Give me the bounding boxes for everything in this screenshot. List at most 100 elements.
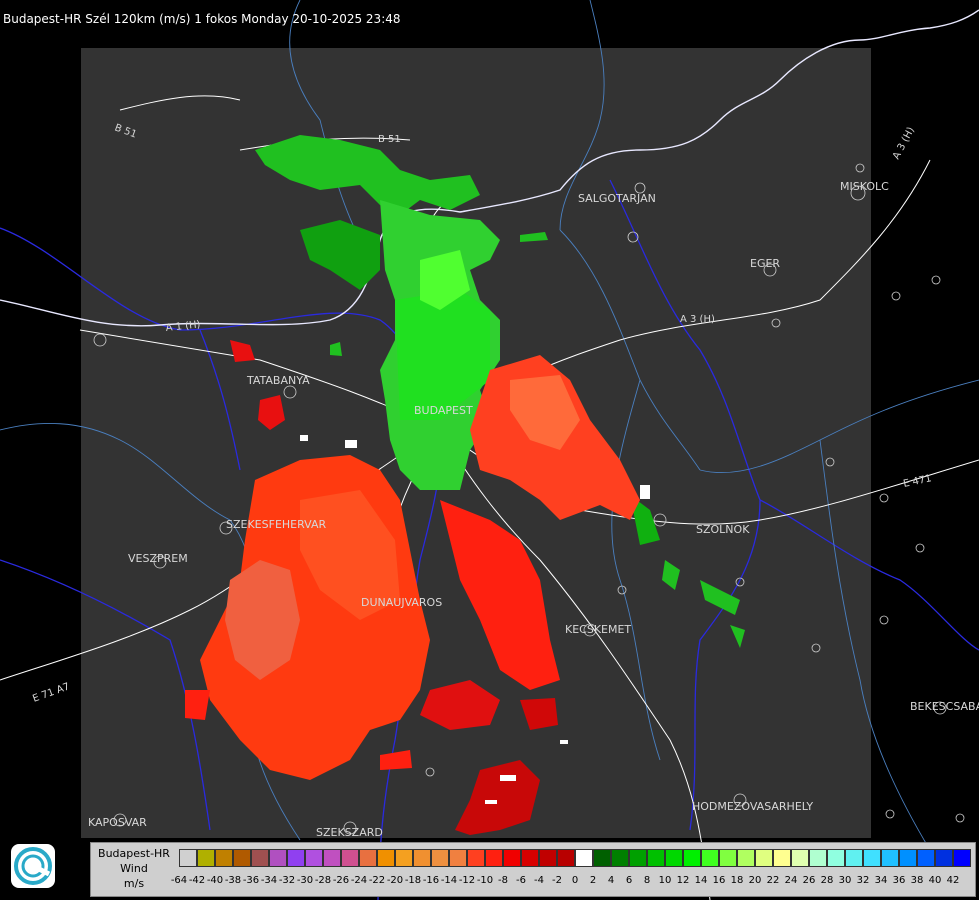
legend-tick-label: -16: [422, 875, 440, 886]
legend-swatch: [953, 849, 971, 867]
label-eger: EGER: [750, 257, 780, 270]
legend-swatch: [719, 849, 737, 867]
legend-swatch: [323, 849, 341, 867]
legend-tick-label: -14: [440, 875, 458, 886]
legend-swatch: [431, 849, 449, 867]
legend-swatch: [935, 849, 953, 867]
legend-swatch: [467, 849, 485, 867]
legend-swatch: [629, 849, 647, 867]
legend-tick-label: 38: [910, 875, 924, 886]
legend-tick-label: -34: [260, 875, 278, 886]
legend-swatch: [791, 849, 809, 867]
legend-swatch: [449, 849, 467, 867]
legend-swatch: [269, 849, 287, 867]
legend-tick-label: -64: [170, 875, 188, 886]
legend-swatch: [863, 849, 881, 867]
legend-swatch: [341, 849, 359, 867]
legend-swatch: [539, 849, 557, 867]
label-szekesfehervar: SZEKESFEHERVAR: [226, 518, 327, 531]
legend-swatch: [377, 849, 395, 867]
label-budapest: BUDAPEST: [414, 404, 473, 417]
legend-swatch: [845, 849, 863, 867]
legend-swatch: [233, 849, 251, 867]
legend-title-line1: Budapest-HR: [98, 847, 170, 860]
road-label-e471: E 471: [902, 473, 932, 490]
radar-map: SALGOTARJAN MISKOLC EGER TATABANYA BUDAP…: [0, 0, 979, 900]
legend-tick-label: -2: [552, 875, 562, 886]
legend-tick-label: -8: [498, 875, 508, 886]
legend-swatch: [773, 849, 791, 867]
legend-tick-label: -42: [188, 875, 206, 886]
legend-tick-label: -32: [278, 875, 296, 886]
legend-tick-label: -6: [516, 875, 526, 886]
label-kaposvar: KAPOSVAR: [88, 816, 147, 829]
legend-tick-label: -36: [242, 875, 260, 886]
legend-swatch: [755, 849, 773, 867]
legend-tick-label: 28: [820, 875, 834, 886]
road-label-b51-north: B 51: [378, 134, 401, 145]
legend-tick-label: 2: [589, 875, 597, 886]
legend-swatch: [197, 849, 215, 867]
legend-ticks: -64 -42 -40 -38 -36 -34 -32 -30 -28 -26 -24 -22 -20-…: [171, 875, 971, 891]
label-veszprem: VESZPREM: [128, 552, 188, 565]
legend-swatch: [251, 849, 269, 867]
legend-swatch: [395, 849, 413, 867]
road-label-e71: E 71 A7: [31, 681, 71, 705]
legend-swatch: [413, 849, 431, 867]
legend-swatch: [557, 849, 575, 867]
legend-tick-label: 20: [748, 875, 762, 886]
legend-title: Budapest-HR Wind m/s: [91, 843, 177, 896]
legend-tick-label: 30: [838, 875, 852, 886]
legend-swatch: [179, 849, 197, 867]
label-szolnok: SZOLNOK: [696, 523, 750, 536]
label-miskolc: MISKOLC: [840, 180, 889, 193]
legend-swatch: [737, 849, 755, 867]
legend-tick-label: -28: [314, 875, 332, 886]
legend-tick-label: -20: [386, 875, 404, 886]
label-dunaujvaros: DUNAUJVAROS: [361, 596, 442, 609]
label-tatabanya: TATABANYA: [246, 374, 310, 387]
label-bekescsaba: BEKESCSABA: [910, 700, 979, 713]
color-legend: Budapest-HR Wind m/s -64 -42 -40 -38 -36 -34-…: [90, 842, 976, 897]
legend-tick-label: 18: [730, 875, 744, 886]
legend-tick-label: -4: [534, 875, 544, 886]
legend-tick-label: 24: [784, 875, 798, 886]
legend-swatch: [521, 849, 539, 867]
legend-swatches: [179, 849, 971, 869]
legend-swatch: [215, 849, 233, 867]
legend-tick-label: 26: [802, 875, 816, 886]
legend-tick-label: 22: [766, 875, 780, 886]
label-hodmezovasarhely: HODMEZOVASARHELY: [692, 800, 813, 813]
legend-tick-label: 4: [607, 875, 615, 886]
legend-swatch: [593, 849, 611, 867]
legend-tick-label: -18: [404, 875, 422, 886]
legend-swatch: [701, 849, 719, 867]
legend-tick-label: -12: [458, 875, 476, 886]
legend-swatch: [485, 849, 503, 867]
legend-tick-label: 32: [856, 875, 870, 886]
legend-swatch: [359, 849, 377, 867]
legend-tick-label: 6: [625, 875, 633, 886]
legend-tick-label: 12: [676, 875, 690, 886]
legend-tick-label: -38: [224, 875, 242, 886]
legend-swatch: [809, 849, 827, 867]
legend-tick-label: 40: [928, 875, 942, 886]
legend-swatch: [305, 849, 323, 867]
legend-swatch: [827, 849, 845, 867]
legend-swatch: [881, 849, 899, 867]
label-kecskemet: KECSKEMET: [565, 623, 631, 636]
map-title: Budapest-HR Szél 120km (m/s) 1 fokos Mon…: [3, 12, 401, 26]
legend-tick-label: 14: [694, 875, 708, 886]
legend-tick-label: 8: [643, 875, 651, 886]
legend-tick-label: 42: [946, 875, 960, 886]
legend-title-line3: m/s: [123, 877, 145, 890]
legend-swatch: [917, 849, 935, 867]
legend-tick-label: -24: [350, 875, 368, 886]
label-salgotarjan: SALGOTARJAN: [578, 192, 656, 205]
legend-swatch: [611, 849, 629, 867]
legend-tick-label: -10: [476, 875, 494, 886]
legend-swatch: [503, 849, 521, 867]
legend-tick-label: -22: [368, 875, 386, 886]
road-label-a3-east: A 3 (H): [891, 125, 917, 161]
legend-tick-label: -30: [296, 875, 314, 886]
